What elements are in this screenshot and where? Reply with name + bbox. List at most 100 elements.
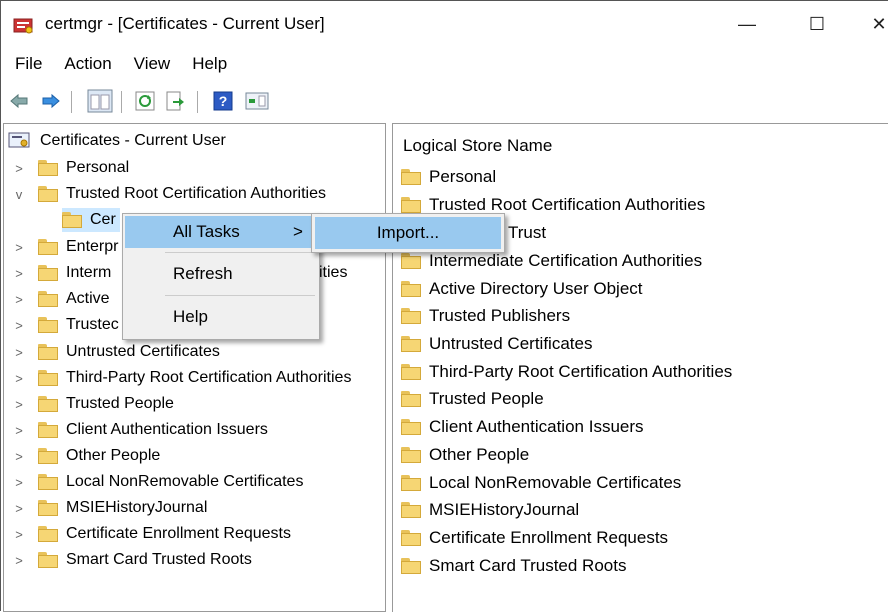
- tree-item-client-auth-issuers[interactable]: Client Authentication Issuers: [38, 418, 268, 442]
- folder-icon: [401, 475, 421, 491]
- list-item[interactable]: Smart Card Trusted Roots: [401, 554, 626, 578]
- tree-item-smart-card-roots[interactable]: Smart Card Trusted Roots: [38, 548, 252, 572]
- expand-chevron-icon[interactable]: >: [12, 553, 26, 568]
- help-icon[interactable]: ?: [213, 91, 233, 111]
- tree-item-enrollment-requests[interactable]: Certificate Enrollment Requests: [38, 522, 291, 546]
- tree-item-label: Third-Party Root Certification Authoriti…: [66, 369, 352, 386]
- folder-icon: [38, 552, 58, 568]
- all-tasks-submenu: Import...: [311, 213, 505, 253]
- export-list-icon[interactable]: [165, 91, 185, 111]
- menu-action[interactable]: Action: [56, 51, 119, 77]
- folder-icon: [401, 558, 421, 574]
- expand-chevron-icon[interactable]: >: [12, 292, 26, 307]
- tree-item-trusted-people[interactable]: Trusted People: [38, 392, 174, 416]
- list-item[interactable]: Trust: [508, 221, 546, 245]
- tree-item-trusted-publishers[interactable]: Trustec: [38, 313, 119, 337]
- expand-chevron-icon[interactable]: >: [12, 449, 26, 464]
- tree-item-enterprise-trust[interactable]: Enterpr: [38, 235, 118, 259]
- expand-chevron-icon[interactable]: >: [12, 266, 26, 281]
- tree-item-intermediate[interactable]: Interm: [38, 261, 111, 285]
- results-list-pane: Logical Store Name Personal Trusted Root…: [392, 123, 888, 612]
- tree-item-label: Certificate Enrollment Requests: [66, 525, 291, 542]
- list-item-label: Active Directory User Object: [429, 279, 643, 298]
- svg-text:?: ?: [219, 93, 228, 109]
- expand-chevron-icon[interactable]: >: [12, 475, 26, 490]
- tree-item-personal[interactable]: Personal: [38, 156, 129, 180]
- list-item[interactable]: Trusted Publishers: [401, 304, 570, 328]
- context-menu-separator: [165, 252, 315, 253]
- list-item-label: MSIEHistoryJournal: [429, 500, 580, 519]
- tree-root-label: Certificates - Current User: [40, 132, 226, 149]
- minimize-button[interactable]: —: [727, 10, 767, 38]
- context-menu-separator: [165, 295, 315, 296]
- menu-bar: File Action View Help: [1, 51, 235, 77]
- tree-item-active-directory[interactable]: Active: [38, 287, 110, 311]
- expand-chevron-icon[interactable]: >: [12, 318, 26, 333]
- expand-chevron-icon[interactable]: >: [12, 527, 26, 542]
- tree-root-node[interactable]: Certificates - Current User: [8, 129, 226, 153]
- tree-item-trusted-root[interactable]: Trusted Root Certification Authorities: [38, 182, 326, 206]
- folder-icon: [38, 448, 58, 464]
- expand-chevron-icon[interactable]: >: [12, 371, 26, 386]
- folder-icon: [401, 308, 421, 324]
- tree-item-label: Personal: [66, 159, 130, 176]
- list-item-label: Trusted Root Certification Authorities: [429, 195, 706, 214]
- list-item[interactable]: MSIEHistoryJournal: [401, 498, 579, 522]
- title-bar: certmgr - [Certificates - Current User] …: [1, 1, 888, 47]
- submenu-arrow-icon: >: [293, 222, 303, 241]
- expand-chevron-icon[interactable]: >: [12, 501, 26, 516]
- tree-item-local-nonremovable[interactable]: Local NonRemovable Certificates: [38, 470, 303, 494]
- list-item[interactable]: Personal: [401, 165, 496, 189]
- list-item-label: Untrusted Certificates: [429, 334, 593, 353]
- menu-help[interactable]: Help: [184, 51, 235, 77]
- close-button[interactable]: ✕: [859, 10, 888, 38]
- menu-view[interactable]: View: [126, 51, 179, 77]
- submenu-import[interactable]: Import...: [315, 217, 501, 249]
- list-item[interactable]: Local NonRemovable Certificates: [401, 471, 681, 495]
- collapse-chevron-icon[interactable]: v: [12, 187, 26, 202]
- tree-item-label: Cer: [90, 211, 116, 228]
- list-item[interactable]: Trusted People: [401, 387, 544, 411]
- context-menu-refresh[interactable]: Refresh: [125, 258, 317, 290]
- expand-chevron-icon[interactable]: >: [12, 423, 26, 438]
- maximize-button[interactable]: ☐: [797, 10, 837, 38]
- tree-item-other-people[interactable]: Other People: [38, 444, 160, 468]
- folder-icon: [38, 160, 58, 176]
- context-menu-all-tasks[interactable]: All Tasks >: [125, 216, 317, 248]
- expand-chevron-icon[interactable]: >: [12, 397, 26, 412]
- list-item[interactable]: Client Authentication Issuers: [401, 415, 644, 439]
- folder-icon: [62, 212, 82, 228]
- list-item-label: Client Authentication Issuers: [429, 417, 644, 436]
- tree-item-label: MSIEHistoryJournal: [66, 499, 208, 516]
- list-item[interactable]: Other People: [401, 443, 529, 467]
- context-menu-help[interactable]: Help: [125, 301, 317, 333]
- folder-icon: [38, 500, 58, 516]
- tree-item-third-party-root[interactable]: Third-Party Root Certification Authoriti…: [38, 366, 351, 390]
- list-item[interactable]: Certificate Enrollment Requests: [401, 526, 668, 550]
- context-menu-refresh-label: Refresh: [173, 264, 233, 283]
- list-item-label: Trusted People: [429, 389, 544, 408]
- tree-item-partial-text: ities: [319, 261, 347, 285]
- list-item-label: Local NonRemovable Certificates: [429, 473, 682, 492]
- list-item[interactable]: Untrusted Certificates: [401, 332, 592, 356]
- toolbar: ?: [1, 85, 888, 115]
- column-header-logical-store-name[interactable]: Logical Store Name: [403, 136, 552, 156]
- folder-icon: [401, 197, 421, 213]
- menu-file[interactable]: File: [7, 51, 50, 77]
- forward-arrow-icon[interactable]: [41, 91, 61, 111]
- folder-icon: [38, 526, 58, 542]
- expand-chevron-icon[interactable]: >: [12, 240, 26, 255]
- list-item[interactable]: Active Directory User Object: [401, 277, 643, 301]
- back-arrow-icon[interactable]: [9, 91, 29, 111]
- certmgr-app-icon: [13, 18, 33, 34]
- tree-item-certificates[interactable]: Cer: [62, 208, 120, 232]
- action-pane-icon[interactable]: [245, 91, 269, 111]
- refresh-icon[interactable]: [135, 91, 155, 111]
- expand-chevron-icon[interactable]: >: [12, 161, 26, 176]
- tree-item-msiehistoryjournal[interactable]: MSIEHistoryJournal: [38, 496, 207, 520]
- list-item[interactable]: Third-Party Root Certification Authoriti…: [401, 360, 732, 384]
- show-hide-tree-icon[interactable]: [87, 89, 113, 113]
- tree-item-untrusted[interactable]: Untrusted Certificates: [38, 340, 220, 364]
- list-item-label: Personal: [429, 167, 497, 186]
- expand-chevron-icon[interactable]: >: [12, 345, 26, 360]
